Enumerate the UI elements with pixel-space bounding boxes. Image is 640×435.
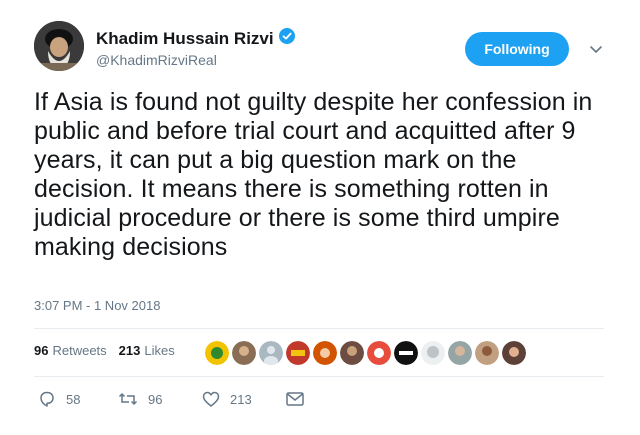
reply-button[interactable]: 58 <box>38 390 118 408</box>
envelope-icon <box>286 392 304 406</box>
chevron-down-icon[interactable] <box>589 42 603 54</box>
divider <box>34 328 604 329</box>
retweets-label: Retweets <box>52 343 107 358</box>
reply-icon <box>38 390 56 408</box>
following-button[interactable]: Following <box>465 32 569 66</box>
avatar[interactable] <box>34 21 84 71</box>
liker-avatar[interactable] <box>259 341 283 365</box>
reply-count: 58 <box>66 391 81 407</box>
likers-avatars <box>205 341 529 365</box>
retweets-count: 96 <box>34 343 49 358</box>
direct-message-button[interactable] <box>286 392 304 406</box>
tweet-text: If Asia is found not guilty despite her … <box>34 88 593 261</box>
tweet-stats: 96 Retweets 213 Likes <box>34 343 175 358</box>
liker-avatar[interactable] <box>475 341 499 365</box>
retweet-icon <box>118 391 138 407</box>
liker-avatar[interactable] <box>205 341 229 365</box>
liker-avatar[interactable] <box>394 341 418 365</box>
liker-avatar[interactable] <box>448 341 472 365</box>
liker-avatar[interactable] <box>232 341 256 365</box>
likes-label: Likes <box>144 343 175 358</box>
display-name-text: Khadim Hussain Rizvi <box>96 28 274 48</box>
heart-icon <box>202 391 220 407</box>
liker-avatar[interactable] <box>502 341 526 365</box>
tweet-timestamp[interactable]: 3:07 PM - 1 Nov 2018 <box>34 298 160 313</box>
liker-avatar[interactable] <box>421 341 445 365</box>
like-count: 213 <box>230 391 252 407</box>
liker-avatar[interactable] <box>340 341 364 365</box>
retweet-button[interactable]: 96 <box>118 391 202 407</box>
display-name[interactable]: Khadim Hussain Rizvi <box>96 28 295 49</box>
user-handle[interactable]: @KhadimRizviReal <box>96 52 217 68</box>
liker-avatar[interactable] <box>313 341 337 365</box>
like-button[interactable]: 213 <box>202 391 286 407</box>
tweet-actions: 58 96 213 <box>38 390 304 408</box>
divider <box>34 376 604 377</box>
liker-avatar[interactable] <box>286 341 310 365</box>
likes-stat[interactable]: 213 Likes <box>119 343 175 358</box>
retweets-stat[interactable]: 96 Retweets <box>34 343 107 358</box>
likes-count: 213 <box>118 343 141 358</box>
liker-avatar[interactable] <box>367 341 391 365</box>
verified-badge-icon <box>278 28 295 49</box>
retweet-count: 96 <box>148 391 163 407</box>
